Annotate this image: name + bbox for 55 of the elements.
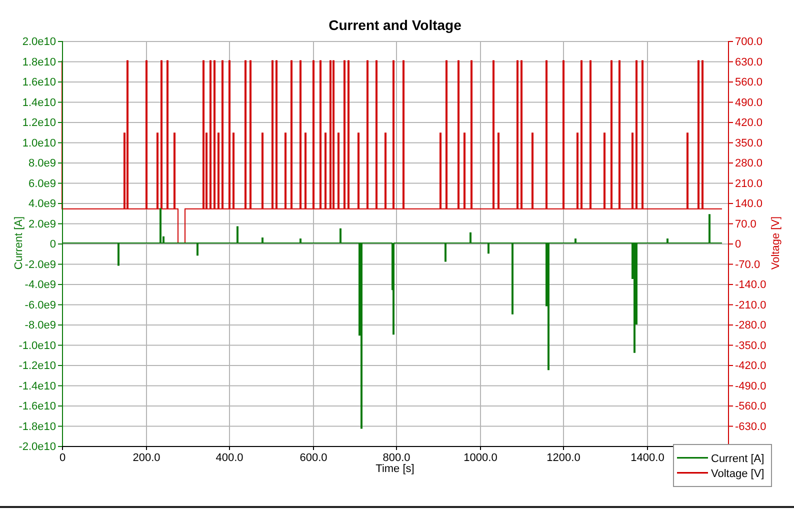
axis-tick-label: 0 xyxy=(50,238,56,250)
legend-label: Current [A] xyxy=(711,453,764,465)
axis-tick-label: -630.0 xyxy=(735,420,766,433)
axis-tick-label: 1.4e10 xyxy=(22,96,56,109)
axis-tick-label: 560.0 xyxy=(735,76,763,88)
axis-tick-label: 0 xyxy=(735,238,742,250)
axis-tick-label: 1.6e10 xyxy=(22,76,56,88)
axis-tick-label: -140.0 xyxy=(735,279,766,291)
axis-tick-label: 1.0e10 xyxy=(22,137,56,150)
axis-tick-label: 700.0 xyxy=(735,36,763,48)
axis-tick-label: 1400.0 xyxy=(630,452,664,464)
axis-tick-label: -2.0e9 xyxy=(24,258,56,271)
axis-tick-label: 6.0e9 xyxy=(28,178,56,190)
axis-tick-label: -1.4e10 xyxy=(18,380,56,392)
axis-tick-label: -2.0e10 xyxy=(18,441,56,453)
axis-tick-label: 1.8e10 xyxy=(22,56,56,68)
axis-tick-label: 0 xyxy=(59,452,66,464)
axis-tick-label: -210.0 xyxy=(735,299,766,312)
axis-tick-label: -70.0 xyxy=(735,258,760,271)
axis-tick-label: 350.0 xyxy=(735,137,763,150)
axis-tick-label: 1.2e10 xyxy=(22,117,56,129)
axis-tick-label: -490.0 xyxy=(735,380,766,392)
axis-tick-label: 140.0 xyxy=(735,198,763,210)
axis-tick-label: -350.0 xyxy=(735,340,766,352)
axis-tick-label: 1000.0 xyxy=(464,452,498,464)
axis-tick-label: 280.0 xyxy=(735,158,763,170)
axis-tick-label: 210.0 xyxy=(735,178,763,190)
legend-label: Voltage [V] xyxy=(711,468,764,480)
axis-tick-label: 490.0 xyxy=(735,96,763,109)
axis-tick-label: -560.0 xyxy=(735,400,766,412)
axis-tick-label: 2.0e10 xyxy=(22,36,56,48)
axis-title: Current [A] xyxy=(13,216,25,270)
axis-tick-label: -280.0 xyxy=(735,320,766,332)
axis-tick-label: 1200.0 xyxy=(546,452,580,464)
axis-tick-label: 2.0e9 xyxy=(28,218,56,230)
axis-tick-label: -1.2e10 xyxy=(18,360,56,372)
axis-tick-label: 4.0e9 xyxy=(28,198,56,210)
axis-tick-label: -6.0e9 xyxy=(24,299,56,312)
axis-tick-label: -8.0e9 xyxy=(24,320,56,332)
chart-title: Current and Voltage xyxy=(328,17,462,33)
axis-tick-label: 600.0 xyxy=(300,452,328,464)
axis-tick-label: 70.0 xyxy=(735,218,756,230)
axis-title: Time [s] xyxy=(376,463,414,475)
axis-title: Voltage [V] xyxy=(770,216,782,270)
axis-tick-label: -1.8e10 xyxy=(18,420,56,433)
axis-tick-label: -1.6e10 xyxy=(18,400,56,412)
axis-tick-label: 400.0 xyxy=(216,452,244,464)
axis-tick-label: -4.0e9 xyxy=(24,279,56,291)
axis-tick-label: -1.0e10 xyxy=(18,340,56,352)
axis-tick-label: 420.0 xyxy=(735,117,763,129)
axis-tick-label: 800.0 xyxy=(382,452,410,464)
axis-tick-label: -420.0 xyxy=(735,360,766,372)
axis-tick-label: 200.0 xyxy=(132,452,160,464)
axis-tick-label: 630.0 xyxy=(735,56,763,68)
axis-tick-label: 8.0e9 xyxy=(28,158,56,170)
